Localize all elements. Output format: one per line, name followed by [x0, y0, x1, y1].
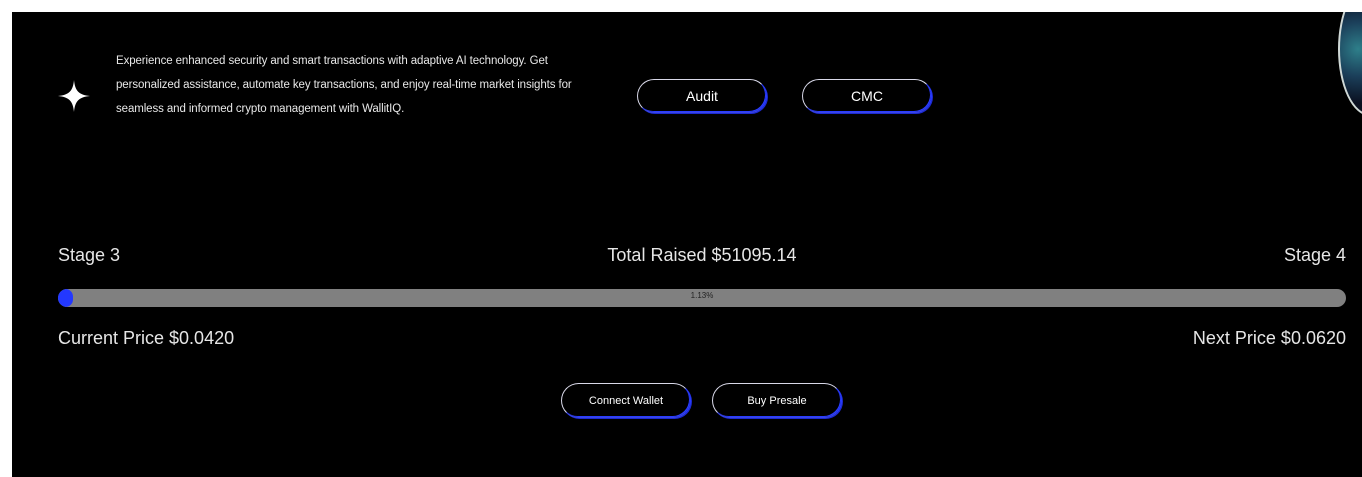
buy-presale-button[interactable]: Buy Presale — [712, 383, 842, 418]
cmc-button[interactable]: CMC — [802, 79, 932, 113]
current-price: Current Price $0.0420 — [58, 328, 235, 348]
presale-panel: Experience enhanced security and smart t… — [12, 12, 1362, 477]
next-price: Next Price $0.0620 — [1192, 328, 1346, 348]
audit-button[interactable]: Audit — [637, 79, 767, 113]
connect-wallet-button[interactable]: Connect Wallet — [561, 383, 691, 418]
total-raised: Total Raised $51095.14 — [607, 245, 797, 265]
intro-description: Experience enhanced security and smart t… — [116, 55, 572, 115]
orb-graphic — [1338, 12, 1362, 116]
next-stage-label: Stage 4 — [1283, 245, 1346, 265]
presale-progress-bar: 1.13% — [58, 289, 1346, 307]
sparkle-icon — [58, 80, 90, 112]
progress-percent-label: 1.13% — [690, 291, 714, 300]
